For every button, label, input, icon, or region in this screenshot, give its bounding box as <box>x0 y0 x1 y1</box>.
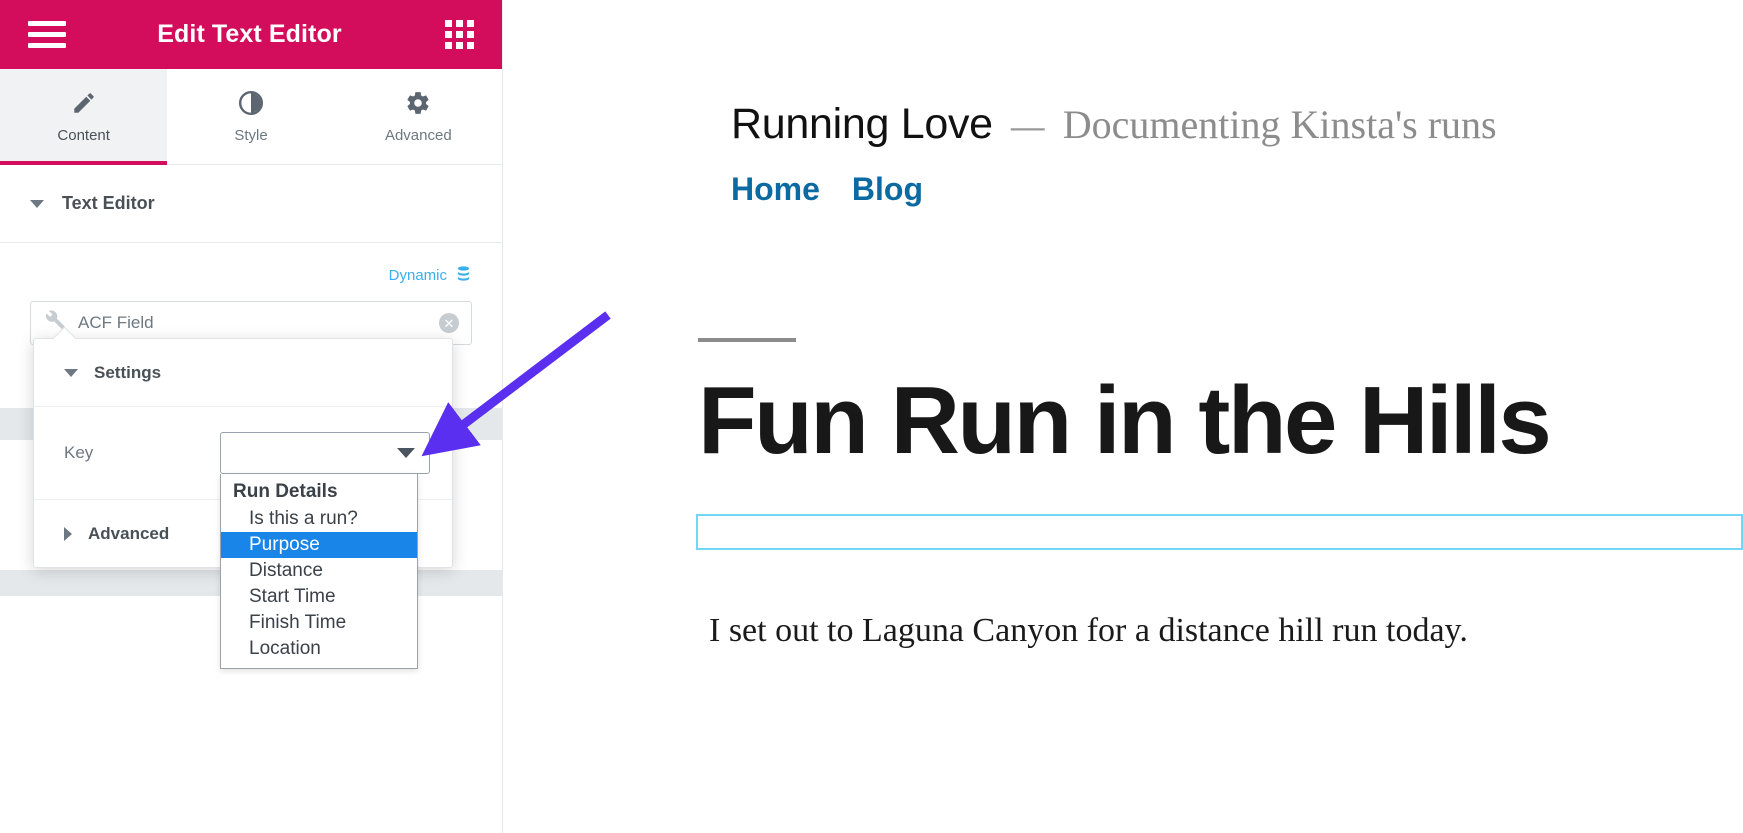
contrast-icon <box>238 89 264 117</box>
title-divider <box>698 338 796 342</box>
option-finish-time[interactable]: Finish Time <box>221 610 417 636</box>
post-body-text: I set out to Laguna Canyon for a distanc… <box>709 612 1468 649</box>
site-title-line: Running Love — Documenting Kinsta's runs <box>503 100 1743 149</box>
post-area: Fun Run in the Hills I set out to Laguna… <box>503 338 1743 650</box>
key-control-label: Key <box>64 443 94 462</box>
nav-link-blog[interactable]: Blog <box>852 171 923 208</box>
title-separator: — <box>1010 108 1045 146</box>
dynamic-tag-name: ACF Field <box>78 313 154 332</box>
nav-link-home[interactable]: Home <box>731 171 820 208</box>
selected-widget-outline[interactable] <box>696 514 1743 550</box>
gear-icon <box>405 89 431 117</box>
option-is-this-a-run[interactable]: Is this a run? <box>221 506 417 532</box>
page-preview: Running Love — Documenting Kinsta's runs… <box>503 0 1743 833</box>
database-icon <box>455 265 472 285</box>
chevron-right-icon <box>64 526 72 541</box>
elementor-panel: Edit Text Editor Content Style Advanced … <box>0 0 503 833</box>
panel-title: Edit Text Editor <box>157 20 342 48</box>
dynamic-label: Dynamic <box>388 266 447 284</box>
site-header: Running Love — Documenting Kinsta's runs… <box>503 0 1743 208</box>
chevron-down-icon <box>397 448 415 458</box>
post-title: Fun Run in the Hills <box>698 367 1552 474</box>
tab-advanced-label: Advanced <box>384 127 452 144</box>
tab-style-label: Style <box>234 127 268 144</box>
option-group-label: Run Details <box>233 481 338 502</box>
close-circle-icon[interactable]: ✕ <box>439 313 459 333</box>
tab-style[interactable]: Style <box>167 69 334 164</box>
key-select[interactable] <box>220 432 430 474</box>
pencil-icon <box>71 89 97 117</box>
tab-content[interactable]: Content <box>0 69 168 165</box>
popover-settings-label: Settings <box>94 362 162 382</box>
section-text-editor[interactable]: Text Editor <box>0 165 502 243</box>
dynamic-tag-settings-popover: Settings Key Run Details Is this a run? … <box>33 338 453 669</box>
panel-tabs: Content Style Advanced <box>0 69 502 165</box>
grid-icon[interactable] <box>445 20 474 49</box>
site-nav: Home Blog <box>503 171 1743 208</box>
tab-content-label: Content <box>57 127 110 144</box>
chevron-down-icon <box>30 199 44 208</box>
chevron-down-icon <box>64 368 78 377</box>
option-start-time[interactable]: Start Time <box>221 584 417 610</box>
popover-section-settings[interactable]: Settings <box>34 339 452 407</box>
tab-advanced[interactable]: Advanced <box>335 69 502 164</box>
popover-advanced-label: Advanced <box>88 523 170 543</box>
option-distance[interactable]: Distance <box>221 558 417 584</box>
option-location[interactable]: Location <box>221 636 417 662</box>
key-control-row: Key Run Details Is this a run? Purpose D… <box>34 407 452 669</box>
site-name: Running Love <box>731 100 993 148</box>
key-select-options[interactable]: Run Details Is this a run? Purpose Dista… <box>220 474 418 669</box>
panel-header: Edit Text Editor <box>0 0 502 69</box>
option-purpose[interactable]: Purpose <box>221 532 417 558</box>
site-tagline: Documenting Kinsta's runs <box>1062 102 1497 147</box>
key-select-wrap: Run Details Is this a run? Purpose Dista… <box>220 432 430 669</box>
dynamic-toggle[interactable]: Dynamic <box>0 243 502 293</box>
screen-root: Running Love — Documenting Kinsta's runs… <box>0 0 1743 833</box>
section-text-editor-label: Text Editor <box>62 193 155 213</box>
